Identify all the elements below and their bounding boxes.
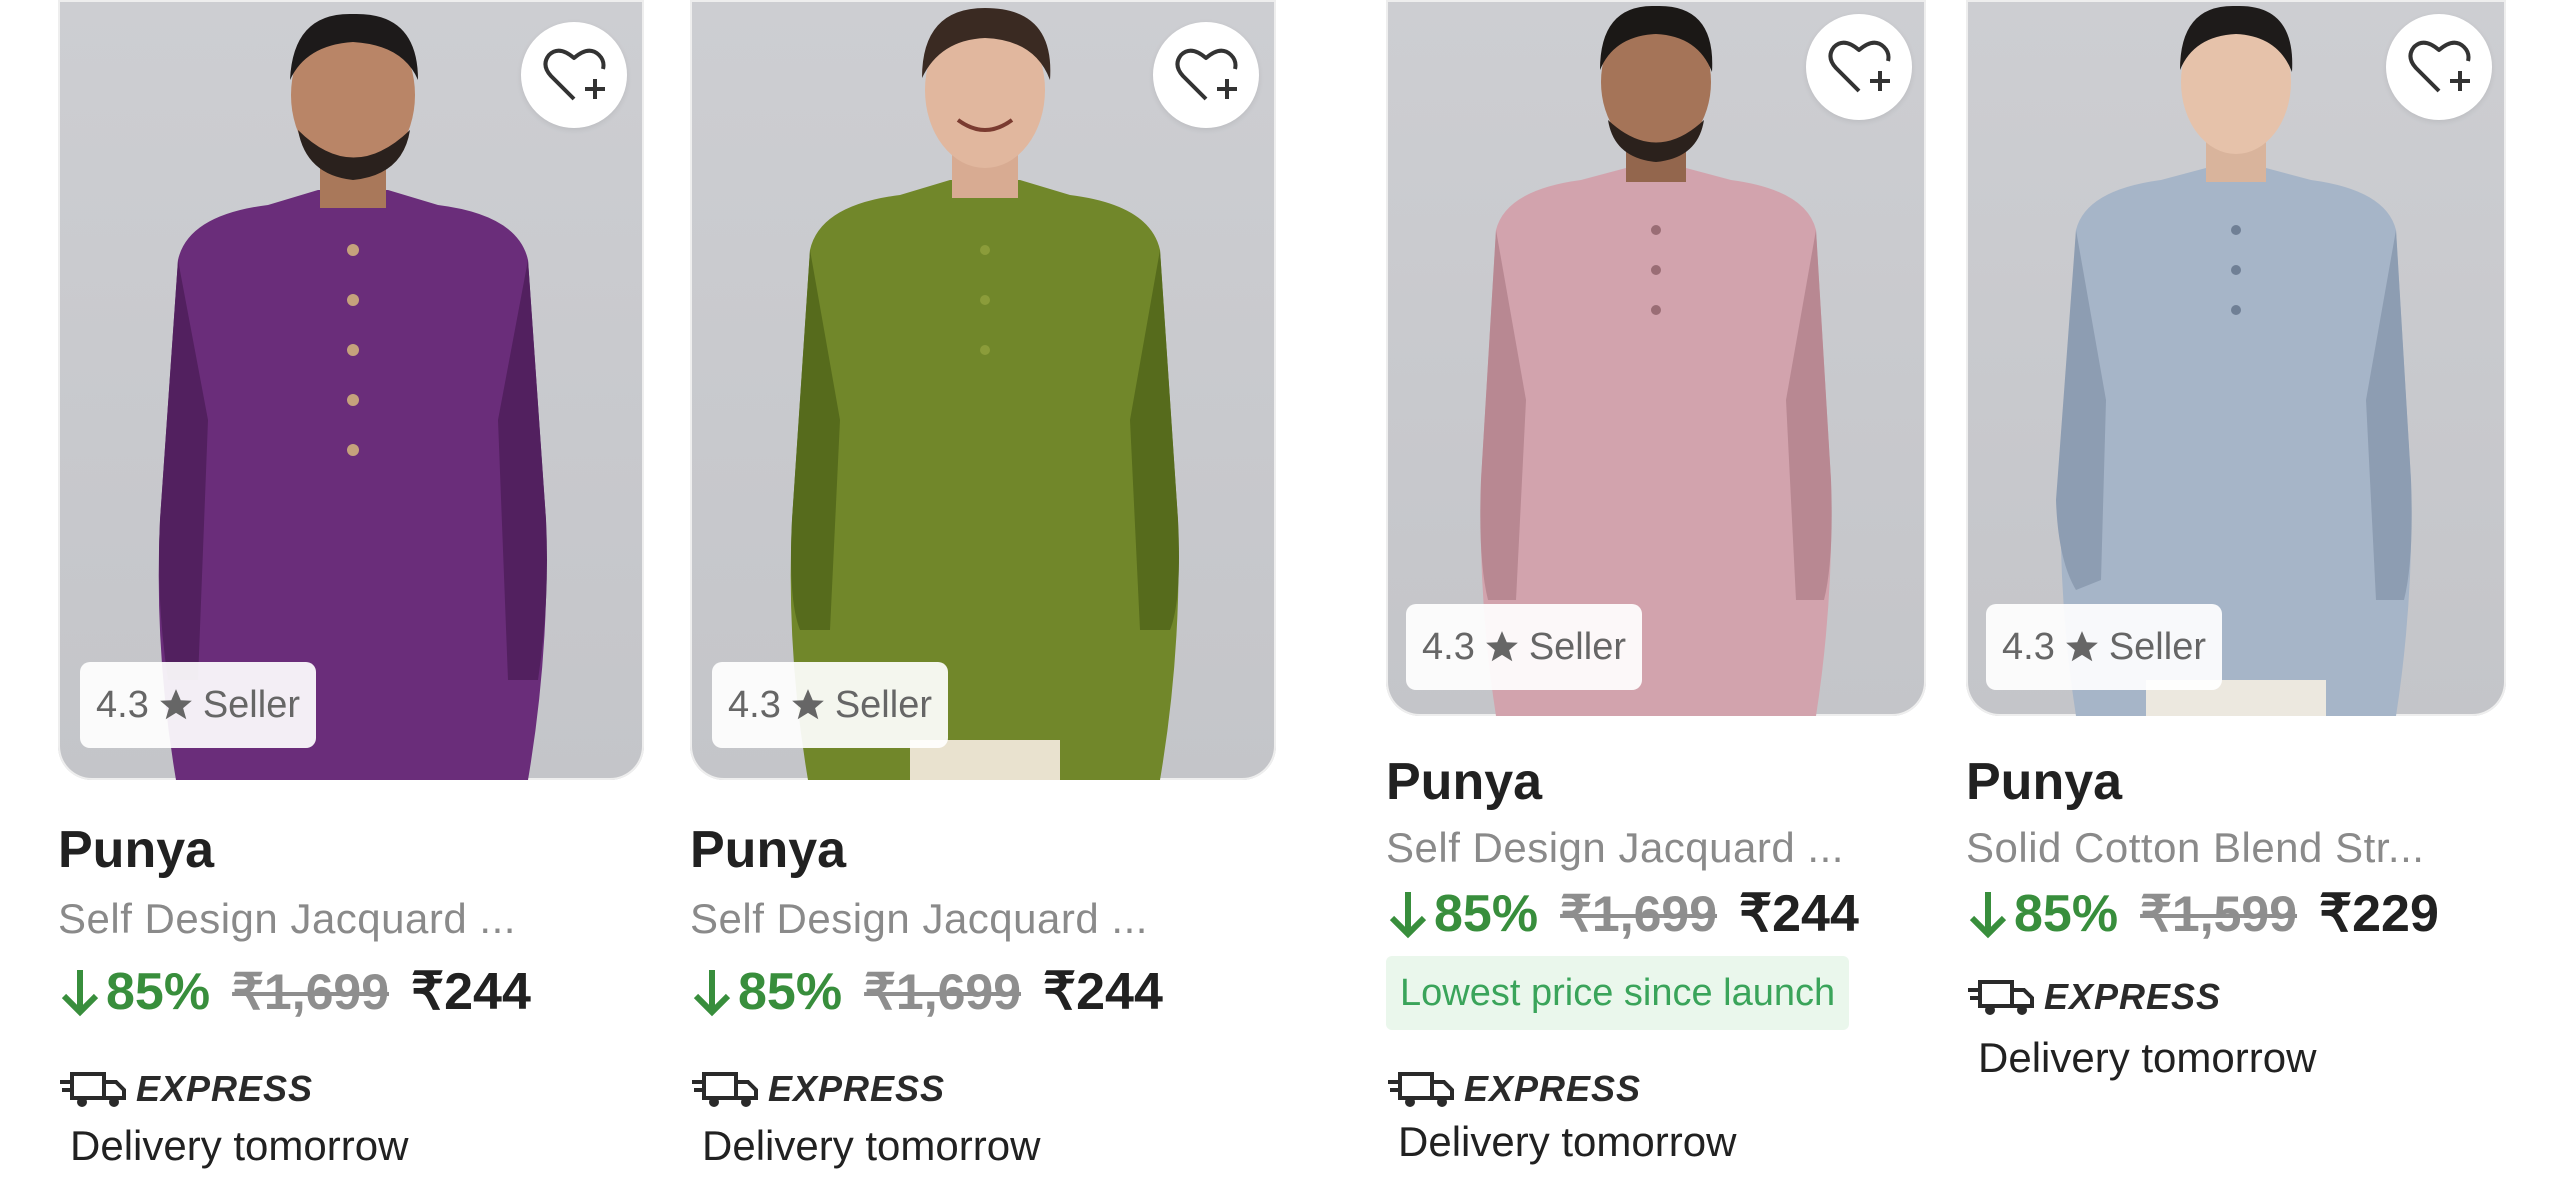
wishlist-button[interactable] — [1806, 14, 1912, 120]
arrow-down-icon — [693, 970, 731, 1017]
wishlist-button[interactable] — [2386, 14, 2492, 120]
product-card[interactable]: 4.3 Seller Punya Self Design Jacquard ..… — [690, 0, 1280, 1185]
rating-label: Seller — [2108, 625, 2206, 668]
sale-price: ₹244 — [1043, 963, 1163, 1021]
product-image[interactable]: 4.3 Seller — [58, 0, 644, 780]
original-price: ₹1,599 — [2140, 886, 2298, 942]
product-card[interactable]: 4.3 Seller Punya Self Design Jacquard ..… — [1386, 0, 1926, 1185]
delivery-info: Delivery tomorrow — [1978, 1034, 2317, 1081]
product-title[interactable]: Self Design Jacquard ... — [1386, 824, 1844, 872]
sale-price: ₹244 — [1739, 885, 1859, 943]
wishlist-button[interactable] — [521, 22, 627, 128]
rating-label: Seller — [202, 683, 300, 726]
product-image[interactable]: 4.3 Seller — [1966, 0, 2506, 716]
wishlist-button[interactable] — [1153, 22, 1259, 128]
price-row: 85% ₹1,699 ₹244 — [1386, 884, 1859, 944]
product-title[interactable]: Solid Cotton Blend Str... — [1966, 824, 2424, 872]
truck-icon — [60, 1072, 126, 1107]
discount: 85% — [690, 962, 842, 1022]
product-title[interactable]: Self Design Jacquard ... — [690, 895, 1148, 943]
sale-price: ₹244 — [411, 963, 531, 1021]
heart-plus-icon — [543, 48, 606, 101]
rating-value: 4.3 — [96, 683, 149, 726]
express-badge: EXPRESS — [1966, 976, 2221, 1018]
rating-value: 4.3 — [2002, 625, 2055, 668]
delivery-info: Delivery tomorrow — [1398, 1118, 1737, 1165]
truck-icon — [692, 1072, 758, 1107]
arrow-down-icon — [1969, 892, 2007, 939]
discount: 85% — [1386, 884, 1538, 944]
heart-plus-icon — [1175, 48, 1238, 101]
arrow-down-icon — [61, 970, 99, 1017]
rating-label: Seller — [834, 683, 932, 726]
express-badge: EXPRESS — [690, 1068, 945, 1110]
price-row: 85% ₹1,599 ₹229 — [1966, 884, 2439, 944]
product-brand: Punya — [1966, 753, 2123, 811]
express-badge: EXPRESS — [58, 1068, 313, 1110]
star-icon — [2065, 631, 2098, 662]
express-badge: EXPRESS — [1386, 1068, 1641, 1110]
product-brand: Punya — [58, 821, 215, 879]
sale-price: ₹229 — [2319, 885, 2439, 943]
product-brand: Punya — [690, 821, 847, 879]
lowest-price-badge: Lowest price since launch — [1386, 956, 1850, 1030]
delivery-info: Delivery tomorrow — [70, 1122, 409, 1169]
star-icon — [791, 689, 824, 720]
product-image[interactable]: 4.3 Seller — [1386, 0, 1926, 716]
product-card[interactable]: 4.3 Seller Punya Solid Cotton Blend Str.… — [1966, 0, 2506, 1185]
truck-icon — [1968, 980, 2034, 1015]
product-card[interactable]: 4.3 Seller Punya Self Design Jacquard ..… — [58, 0, 648, 1185]
star-icon — [159, 689, 192, 720]
product-title[interactable]: Self Design Jacquard ... — [58, 895, 516, 943]
discount: 85% — [58, 962, 210, 1022]
product-image[interactable]: 4.3 Seller — [690, 0, 1276, 780]
rating-badge: 4.3 Seller — [80, 662, 316, 748]
rating-badge: 4.3 Seller — [712, 662, 948, 748]
product-brand: Punya — [1386, 753, 1543, 811]
original-price: ₹1,699 — [232, 964, 390, 1020]
star-icon — [1485, 631, 1518, 662]
heart-plus-icon — [1828, 40, 1891, 93]
heart-plus-icon — [2408, 40, 2471, 93]
price-row: 85% ₹1,699 ₹244 — [690, 962, 1163, 1022]
rating-value: 4.3 — [1422, 625, 1475, 668]
original-price: ₹1,699 — [864, 964, 1022, 1020]
price-row: 85% ₹1,699 ₹244 — [58, 962, 531, 1022]
original-price: ₹1,699 — [1560, 886, 1718, 942]
rating-label: Seller — [1528, 625, 1626, 668]
rating-badge: 4.3 Seller — [1406, 604, 1642, 690]
rating-badge: 4.3 Seller — [1986, 604, 2222, 690]
arrow-down-icon — [1389, 892, 1427, 939]
truck-icon — [1388, 1072, 1454, 1107]
rating-value: 4.3 — [728, 683, 781, 726]
delivery-info: Delivery tomorrow — [702, 1122, 1041, 1169]
discount: 85% — [1966, 884, 2118, 944]
